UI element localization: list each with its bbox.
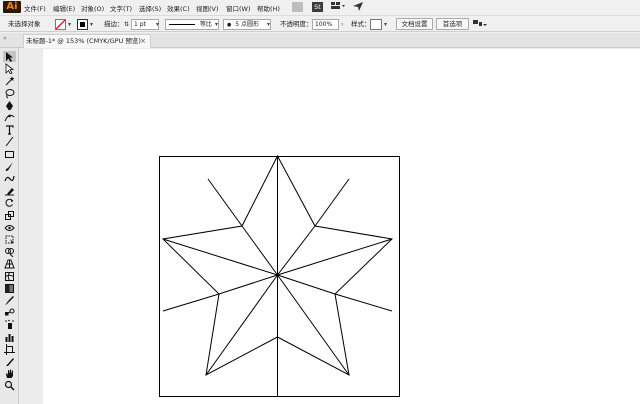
artwork[interactable] (43, 49, 640, 404)
menu-view[interactable]: 视图(V) (196, 3, 219, 13)
style-label: 样式： (351, 20, 371, 28)
fill-dropdown-icon[interactable]: ▾ (68, 21, 71, 28)
hand-tool-icon[interactable] (3, 368, 16, 379)
width-tool-icon[interactable] (3, 222, 16, 233)
brush-select[interactable]: ● 5 点圆形 (223, 19, 271, 30)
magic-wand-tool-icon[interactable] (3, 75, 16, 86)
artboard[interactable] (43, 49, 640, 404)
direct-selection-tool-icon[interactable] (3, 63, 16, 75)
lower-line-left[interactable] (162, 293, 220, 312)
line-tool-icon[interactable] (3, 136, 16, 147)
slice-tool-icon[interactable] (3, 356, 16, 367)
stroke-dropdown-icon[interactable]: ▾ (90, 21, 93, 28)
arrange-documents-icon[interactable] (473, 19, 489, 30)
zoom-tool-icon[interactable] (3, 380, 16, 391)
stroke-profile-label: 等比 (199, 21, 212, 28)
brush-dot-icon: ● (227, 22, 232, 28)
scale-tool-icon[interactable] (3, 210, 16, 221)
style-swatch[interactable] (370, 19, 382, 30)
menu-edit[interactable]: 编辑(E) (53, 3, 75, 13)
stroke-weight-dropdown-icon[interactable]: ▾ (156, 21, 159, 28)
illustrator-window: Ai 文件(F) 编辑(E) 对象(O) 文字(T) 选择(S) 效果(C) 视… (0, 0, 640, 404)
menu-select[interactable]: 选择(S) (139, 3, 161, 13)
style-dropdown-icon[interactable]: ▾ (384, 21, 387, 28)
document-setup-button[interactable]: 文档设置 (396, 18, 433, 30)
pen-tool-icon[interactable] (3, 100, 16, 111)
document-tab-bar: « 未标题-1* @ 153% (CMYK/GPU 预览) × (0, 33, 640, 48)
curvature-tool-icon[interactable] (3, 112, 16, 123)
stroke-stepper-icon[interactable]: ⇅ (124, 19, 129, 30)
stroke-swatch[interactable] (77, 19, 88, 30)
document-tab[interactable]: 未标题-1* @ 153% (CMYK/GPU 预览) × (23, 34, 151, 48)
lower-line-right[interactable] (334, 293, 393, 312)
stroke-weight-field[interactable]: 1 pt (131, 19, 159, 30)
lasso-tool-icon[interactable] (3, 88, 16, 99)
app-logo: Ai (3, 1, 21, 13)
stock-button[interactable]: St (312, 2, 323, 12)
collapse-panel-icon[interactable]: « (3, 35, 7, 42)
stroke-profile-dropdown-icon[interactable]: ▾ (215, 21, 218, 28)
opacity-label: 不透明度： (280, 20, 313, 28)
stroke-profile-select[interactable]: 等比 (165, 19, 219, 30)
gradient-tool-icon[interactable] (3, 283, 16, 294)
rectangle-tool-icon[interactable] (3, 149, 16, 160)
tools-panel (0, 48, 19, 404)
no-selection-label: 未选择对象 (8, 20, 41, 28)
rotate-tool-icon[interactable] (3, 197, 16, 208)
stroke-label: 描边： (104, 20, 124, 28)
control-bar: 未选择对象 ▾ ▾ 描边： ⇅ 1 pt ▾ 等比 ▾ ● 5 点圆形 ▾ 不透… (0, 15, 640, 32)
eyedropper-tool-icon[interactable] (3, 295, 16, 306)
menu-file[interactable]: 文件(F) (24, 3, 46, 13)
type-tool-icon[interactable] (3, 124, 16, 135)
workspace-layout-icon[interactable] (330, 2, 346, 12)
menu-help[interactable]: 帮助(H) (257, 3, 280, 13)
brush-label: 5 点圆形 (235, 21, 260, 28)
bridge-icon[interactable] (292, 2, 303, 12)
perspective-grid-tool-icon[interactable] (3, 258, 16, 269)
shape-builder-tool-icon[interactable] (3, 246, 16, 258)
canvas-area[interactable] (20, 48, 640, 404)
blend-tool-icon[interactable] (3, 307, 16, 318)
opacity-arrow-icon[interactable]: › (341, 21, 343, 28)
brush-dropdown-icon[interactable]: ▾ (267, 21, 270, 28)
diagonal-line-right[interactable] (314, 178, 350, 227)
artboard-tool-icon[interactable] (3, 343, 16, 355)
menu-bar: Ai 文件(F) 编辑(E) 对象(O) 文字(T) 选择(S) 效果(C) 视… (0, 0, 640, 14)
column-graph-tool-icon[interactable] (3, 332, 16, 343)
square-frame[interactable] (159, 156, 400, 397)
close-tab-icon[interactable]: × (140, 35, 146, 48)
menu-window[interactable]: 窗口(W) (226, 3, 251, 13)
mesh-tool-icon[interactable] (3, 271, 16, 282)
menu-effect[interactable]: 效果(C) (167, 3, 190, 13)
menu-type[interactable]: 文字(T) (110, 3, 132, 13)
send-icon[interactable] (352, 2, 364, 12)
paintbrush-tool-icon[interactable] (3, 161, 16, 172)
menu-object[interactable]: 对象(O) (81, 3, 104, 13)
document-tab-title: 未标题-1* @ 153% (CMYK/GPU 预览) (26, 37, 141, 45)
shaper-tool-icon[interactable] (3, 173, 16, 184)
symbol-sprayer-tool-icon[interactable] (3, 319, 16, 330)
eraser-tool-icon[interactable] (3, 185, 16, 196)
selection-tool-icon[interactable] (3, 51, 16, 62)
opacity-field[interactable]: 100% (312, 19, 339, 30)
diagonal-line-left[interactable] (207, 178, 243, 227)
free-transform-tool-icon[interactable] (3, 234, 16, 245)
fill-swatch[interactable] (55, 19, 66, 30)
preferences-button[interactable]: 首选项 (436, 18, 469, 30)
